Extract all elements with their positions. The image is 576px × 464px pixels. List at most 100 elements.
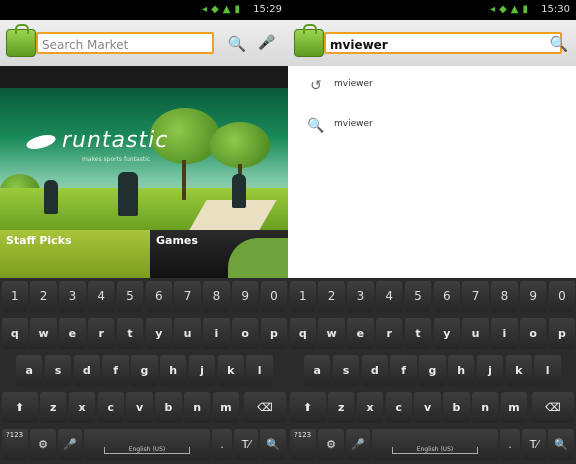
key-x[interactable]: x [356,392,384,423]
key-d[interactable]: d [361,355,388,386]
key-u[interactable]: u [462,318,489,349]
featured-banner[interactable]: runtastic makes sports funtastic [0,88,288,230]
key-h[interactable]: h [160,355,187,386]
key-b[interactable]: b [155,392,182,423]
tile-staff-picks[interactable]: Staff Picks [0,230,150,278]
settings-key[interactable]: ⚙ [318,429,344,460]
key-9[interactable]: 9 [520,281,547,312]
search-input[interactable]: Search Market [36,32,214,54]
key-m[interactable]: m [500,392,528,423]
key-8[interactable]: 8 [491,281,518,312]
settings-key[interactable]: ⚙ [30,429,56,460]
search-input[interactable]: mviewer [324,32,562,54]
key-v[interactable]: v [414,392,441,423]
key-t[interactable]: t [404,318,432,349]
market-bag-icon[interactable] [6,24,36,57]
key-w[interactable]: w [318,318,345,349]
shift-key[interactable]: ⬆ [289,392,326,423]
enter-key[interactable]: T⁄ [522,429,546,460]
key-w[interactable]: w [30,318,57,349]
tile-games[interactable]: Games [150,230,288,278]
search-icon[interactable]: 🔍 [548,34,570,54]
search-icon[interactable]: 🔍 [226,34,248,54]
key-o[interactable]: o [520,318,547,349]
key-h[interactable]: h [448,355,475,386]
key-0[interactable]: 0 [260,281,288,312]
space-key[interactable]: English (US) [372,429,498,460]
period-key[interactable]: . [500,429,520,460]
key-l[interactable]: l [246,355,273,386]
key-k[interactable]: k [217,355,244,386]
key-7[interactable]: 7 [174,281,201,312]
key-8[interactable]: 8 [203,281,230,312]
suggestion-item[interactable]: ↺ mviewer [288,66,576,106]
key-j[interactable]: j [188,355,216,386]
symbols-key[interactable]: ?123 [289,429,316,460]
key-5[interactable]: 5 [116,281,144,312]
key-o[interactable]: o [232,318,259,349]
key-r[interactable]: r [88,318,115,349]
key-y[interactable]: y [433,318,460,349]
symbols-key[interactable]: ?123 [1,429,28,460]
key-7[interactable]: 7 [462,281,489,312]
key-a[interactable]: a [304,355,331,386]
key-p[interactable]: p [548,318,576,349]
key-2[interactable]: 2 [318,281,345,312]
key-g[interactable]: g [419,355,446,386]
key-m[interactable]: m [212,392,240,423]
key-l[interactable]: l [534,355,561,386]
key-y[interactable]: y [145,318,172,349]
key-e[interactable]: e [59,318,86,349]
key-i[interactable]: i [491,318,518,349]
key-s[interactable]: s [332,355,360,386]
key-3[interactable]: 3 [347,281,374,312]
key-1[interactable]: 1 [289,281,316,312]
key-z[interactable]: z [40,392,67,423]
mic-icon[interactable]: 🎤 [256,32,278,54]
shift-key[interactable]: ⬆ [1,392,38,423]
search-key[interactable]: 🔍 [260,429,286,460]
key-g[interactable]: g [131,355,158,386]
key-9[interactable]: 9 [232,281,259,312]
key-j[interactable]: j [476,355,504,386]
key-q[interactable]: q [1,318,28,349]
market-bag-icon[interactable] [294,24,324,57]
key-s[interactable]: s [44,355,72,386]
search-key[interactable]: 🔍 [548,429,574,460]
key-5[interactable]: 5 [404,281,432,312]
key-f[interactable]: f [102,355,129,386]
key-p[interactable]: p [260,318,288,349]
key-4[interactable]: 4 [88,281,115,312]
key-2[interactable]: 2 [30,281,57,312]
key-c[interactable]: c [385,392,412,423]
key-f[interactable]: f [390,355,417,386]
mic-key[interactable]: 🎤 [346,429,370,460]
key-n[interactable]: n [472,392,499,423]
key-1[interactable]: 1 [1,281,28,312]
key-n[interactable]: n [184,392,211,423]
space-key[interactable]: English (US) [84,429,210,460]
key-r[interactable]: r [376,318,403,349]
key-b[interactable]: b [443,392,470,423]
backspace-key[interactable]: ⌫ [532,392,574,423]
key-e[interactable]: e [347,318,374,349]
key-3[interactable]: 3 [59,281,86,312]
key-a[interactable]: a [16,355,43,386]
key-6[interactable]: 6 [433,281,460,312]
key-u[interactable]: u [174,318,201,349]
key-i[interactable]: i [203,318,230,349]
key-4[interactable]: 4 [376,281,403,312]
key-k[interactable]: k [505,355,532,386]
key-q[interactable]: q [289,318,316,349]
enter-key[interactable]: T⁄ [234,429,258,460]
period-key[interactable]: . [212,429,232,460]
key-6[interactable]: 6 [145,281,172,312]
key-z[interactable]: z [328,392,355,423]
key-0[interactable]: 0 [548,281,576,312]
key-v[interactable]: v [126,392,153,423]
key-c[interactable]: c [97,392,124,423]
key-d[interactable]: d [73,355,100,386]
mic-key[interactable]: 🎤 [58,429,82,460]
category-tabs[interactable] [0,66,288,88]
suggestion-item[interactable]: 🔍 mviewer [288,106,576,146]
